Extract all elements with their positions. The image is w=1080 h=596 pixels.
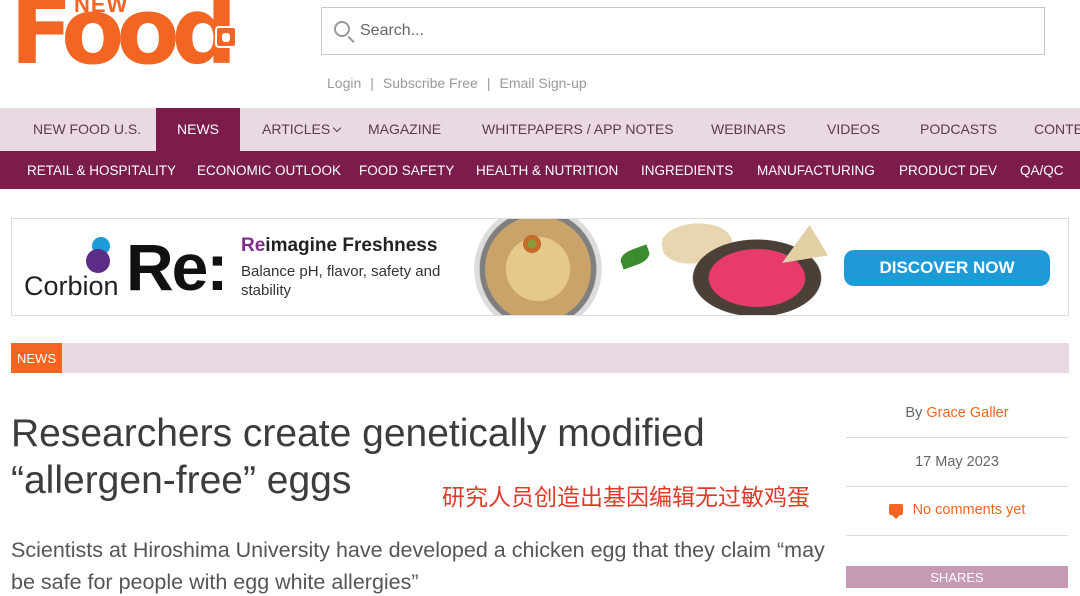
subnav-item-food-safety[interactable]: FOOD SAFETY [359, 151, 454, 189]
nav-item-webinars[interactable]: WEBINARS [711, 108, 786, 151]
search-bar[interactable] [321, 7, 1045, 55]
site-logo[interactable]: NEW Food [10, 0, 240, 78]
nav-item-new-food-us[interactable]: NEW FOOD U.S. [33, 108, 141, 151]
nav-item-label: PODCASTS [920, 121, 998, 137]
nav-item-label: ARTICLES [262, 121, 331, 137]
ad-headline-highlight: Re [241, 235, 266, 256]
comment-icon [888, 504, 903, 519]
nav-item-label: VIDEOS [827, 121, 880, 137]
logo-food-text: Food [10, 0, 237, 85]
subnav-item-product-dev[interactable]: PRODUCT DEV [899, 151, 997, 189]
comments-label: No comments yet [912, 502, 1026, 518]
nav-item-articles[interactable]: ARTICLES [262, 108, 342, 151]
sidebar-divider [846, 437, 1068, 438]
search-input[interactable] [360, 16, 1020, 46]
sidebar-divider [846, 486, 1068, 487]
nav-item-news[interactable]: NEWS [156, 108, 240, 151]
logo-apple-icon [215, 26, 237, 48]
primary-nav: NEW FOOD U.S. NEWS ARTICLES MAGAZINE WHI… [0, 108, 1080, 151]
author-link[interactable]: Grace Galler [926, 405, 1008, 421]
subnav-item-economic-outlook[interactable]: ECONOMIC OUTLOOK [197, 151, 341, 189]
nav-item-videos[interactable]: VIDEOS [827, 108, 880, 151]
category-strip: NEWS [11, 343, 1069, 373]
shares-header: SHARES [846, 566, 1068, 588]
advertiser-name: Corbion [24, 271, 119, 301]
subnav-item-label: RETAIL & HOSPITALITY [27, 163, 177, 178]
subnav-item-health-nutrition[interactable]: HEALTH & NUTRITION [476, 151, 618, 189]
email-signup-link[interactable]: Email Sign-up [499, 75, 586, 91]
herb-leaf-image [618, 244, 652, 270]
subnav-item-label: PRODUCT DEV [899, 163, 998, 178]
nav-item-magazine[interactable]: MAGAZINE [368, 108, 441, 151]
search-icon[interactable] [334, 21, 350, 37]
nav-item-label: WEBINARS [711, 121, 786, 137]
nav-item-whitepapers[interactable]: WHITEPAPERS / APP NOTES [482, 108, 674, 151]
re-logo-text: Re: [126, 230, 228, 304]
account-links: Login | Subscribe Free | Email Sign-up [327, 75, 587, 91]
subnav-item-retail[interactable]: RETAIL & HOSPITALITY [27, 151, 176, 189]
link-separator: | [370, 75, 374, 91]
chevron-down-icon [332, 123, 342, 133]
nav-item-label: WHITEPAPERS / APP NOTES [482, 121, 674, 137]
ad-subline: Balance pH, flavor, safety and stability [241, 263, 441, 299]
nav-item-podcasts[interactable]: PODCASTS [920, 108, 997, 151]
login-link[interactable]: Login [327, 75, 361, 91]
overlay-caption: 研究人员创造出基因编辑无过敏鸡蛋 [442, 485, 810, 511]
subnav-item-label: ECONOMIC OUTLOOK [197, 163, 342, 178]
nav-item-label: NEW FOOD U.S. [33, 121, 142, 137]
nav-item-label: CONTE [1034, 121, 1080, 137]
subscribe-link[interactable]: Subscribe Free [383, 75, 478, 91]
article-standfirst: Scientists at Hiroshima University have … [11, 538, 825, 594]
advertisement-banner[interactable]: Corbion Re: Reimagine Freshness Balance … [11, 218, 1069, 316]
subnav-item-label: QA/QC [1020, 163, 1064, 178]
article-date: 17 May 2023 [915, 454, 999, 470]
ad-headline: Reimagine Freshness [241, 235, 437, 257]
subnav-item-ingredients[interactable]: INGREDIENTS [641, 151, 733, 189]
comments-link[interactable]: No comments yet [846, 502, 1068, 519]
nav-item-content[interactable]: CONTE [1034, 108, 1080, 151]
article-byline: By Grace Galler [846, 405, 1068, 421]
subnav-item-label: HEALTH & NUTRITION [476, 163, 619, 178]
secondary-nav: RETAIL & HOSPITALITY ECONOMIC OUTLOOK FO… [0, 151, 1080, 189]
hummus-bowl-image [474, 219, 602, 315]
subnav-item-qa-qc[interactable]: QA/QC [1020, 151, 1064, 189]
subnav-item-label: MANUFACTURING [757, 163, 875, 178]
byline-prefix: By [905, 405, 923, 421]
ad-headline-rest: imagine Freshness [265, 235, 438, 256]
article-title-line-2: “allergen-free” eggs [11, 459, 352, 502]
subnav-item-label: INGREDIENTS [641, 163, 734, 178]
nav-item-label: MAGAZINE [368, 121, 442, 137]
subnav-item-label: FOOD SAFETY [359, 163, 455, 178]
nav-item-label: NEWS [177, 121, 219, 137]
sidebar-divider [846, 535, 1068, 536]
article-title-line-1: Researchers create genetically modified [11, 412, 705, 455]
discover-now-button[interactable]: DISCOVER NOW [844, 250, 1050, 286]
subnav-item-manufacturing[interactable]: MANUFACTURING [757, 151, 875, 189]
link-separator: | [486, 75, 491, 91]
category-badge[interactable]: NEWS [11, 343, 62, 373]
